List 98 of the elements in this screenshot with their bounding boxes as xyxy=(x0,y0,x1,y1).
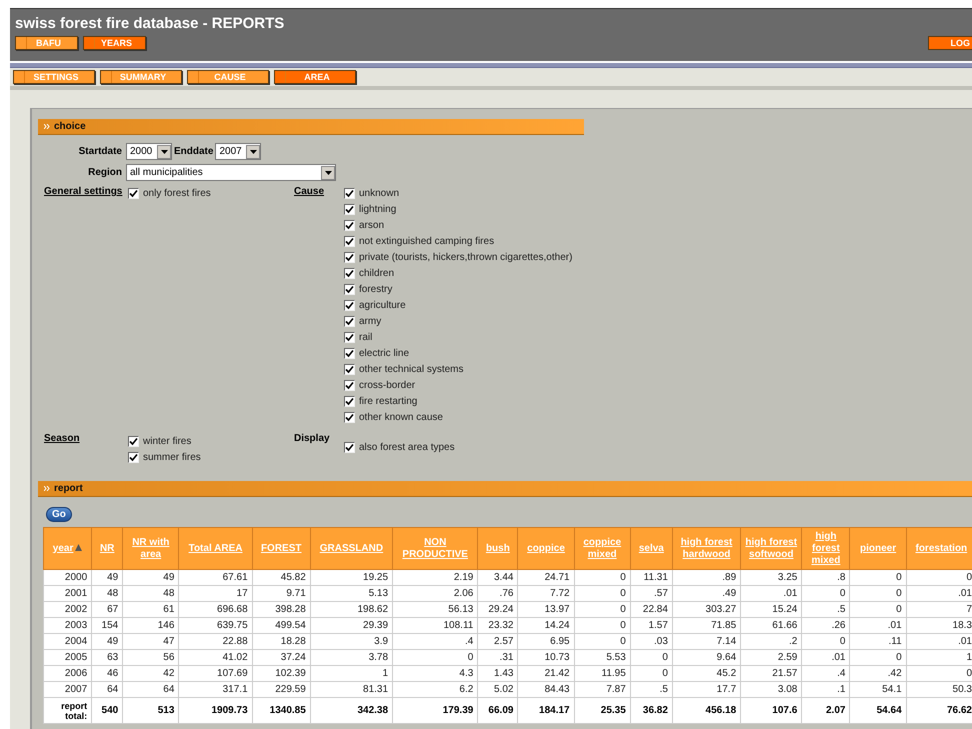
checkbox[interactable] xyxy=(344,268,355,278)
checkbox-label: summer fires xyxy=(143,450,201,464)
column-header[interactable]: high forest hardwood xyxy=(672,528,741,570)
table-cell: 2.07 xyxy=(802,698,850,724)
checkbox[interactable] xyxy=(344,316,355,326)
field-label: Region xyxy=(87,166,123,180)
section-title: choice xyxy=(54,120,86,134)
checkbox-label: rail xyxy=(359,330,372,344)
table-cell: 54.64 xyxy=(850,698,906,724)
table-cell: report total: xyxy=(44,698,92,724)
checkbox[interactable] xyxy=(128,452,139,462)
header-button[interactable]: YEARS xyxy=(83,36,146,50)
checkbox-label: other technical systems xyxy=(359,362,464,376)
checkbox-label: army xyxy=(359,314,382,328)
checkbox-label: not extinguished camping fires xyxy=(359,234,494,248)
nav-tab[interactable]: AREA xyxy=(274,70,356,84)
column-header[interactable]: NR with area xyxy=(122,528,179,570)
column-header[interactable]: coppice xyxy=(518,528,574,570)
checkbox[interactable] xyxy=(344,364,355,374)
table-cell: 179.39 xyxy=(392,698,478,724)
column-header[interactable]: NON PRODUCTIVE xyxy=(392,528,478,570)
table-cell: 1909.73 xyxy=(178,698,252,724)
checkbox-label: forestry xyxy=(359,282,392,296)
column-header[interactable]: Total AREA xyxy=(178,528,252,570)
column-header[interactable]: forestation xyxy=(906,528,972,570)
checkbox-label: only forest fires xyxy=(143,186,211,200)
column-header[interactable]: year xyxy=(44,528,92,570)
checkbox-label: fire restarting xyxy=(359,394,418,408)
checkbox[interactable] xyxy=(344,348,355,358)
field-label: Enddate xyxy=(173,145,214,159)
checkbox-label: other known cause xyxy=(359,410,443,424)
table-cell: 1340.85 xyxy=(252,698,310,724)
checkbox[interactable] xyxy=(128,436,139,446)
checkbox-label: agriculture xyxy=(359,298,406,312)
checkbox[interactable] xyxy=(344,284,355,294)
header-button[interactable]: LOG xyxy=(928,36,972,50)
caret-icon xyxy=(246,144,260,158)
double-chevron-icon xyxy=(44,486,50,491)
checkbox[interactable] xyxy=(344,204,355,214)
section-title: report xyxy=(54,482,83,496)
nav-tab[interactable]: CAUSE xyxy=(187,70,269,84)
column-header[interactable]: pioneer xyxy=(850,528,906,570)
caret-icon xyxy=(321,166,335,180)
checkbox-label: also forest area types xyxy=(359,440,455,454)
table-cell: 25.35 xyxy=(574,698,630,724)
group-label: Cause xyxy=(294,185,326,199)
checkbox-label: lightning xyxy=(359,202,396,216)
checkbox[interactable] xyxy=(344,396,355,406)
checkbox-label: cross-border xyxy=(359,378,416,392)
checkbox[interactable] xyxy=(344,188,355,198)
table-cell: 36.82 xyxy=(630,698,672,724)
checkbox-label: winter fires xyxy=(143,434,192,448)
column-header[interactable]: coppice mixed xyxy=(574,528,630,570)
checkbox[interactable] xyxy=(344,412,355,422)
caret-icon xyxy=(157,144,171,158)
double-chevron-icon xyxy=(44,124,50,129)
column-header[interactable]: NR xyxy=(92,528,123,570)
group-label: Display xyxy=(294,432,331,446)
table-cell: 540 xyxy=(92,698,123,724)
field-label: Startdate xyxy=(78,145,123,159)
checkbox[interactable] xyxy=(344,380,355,390)
column-header[interactable]: selva xyxy=(630,528,672,570)
column-header[interactable]: high forest mixed xyxy=(802,528,850,570)
nav-tab[interactable]: SETTINGS xyxy=(13,70,95,84)
checkbox-label: electric line xyxy=(359,346,410,360)
column-header[interactable]: bush xyxy=(478,528,518,570)
checkbox-label: private (tourists, hickers,thrown cigarettes,other) xyxy=(359,250,572,264)
checkbox-label: children xyxy=(359,266,394,280)
group-label: Season xyxy=(44,432,81,446)
checkbox[interactable] xyxy=(344,236,355,246)
table-cell: 107.6 xyxy=(740,698,802,724)
page-title: swiss forest fire database - REPORTS xyxy=(15,15,286,32)
column-header[interactable]: FOREST xyxy=(252,528,310,570)
table-cell: 513 xyxy=(122,698,179,724)
dropdown-value: 2000 xyxy=(130,145,152,159)
checkbox-label: unknown xyxy=(359,186,400,200)
dropdown[interactable]: all municipalities xyxy=(126,164,336,181)
dropdown-value: 2007 xyxy=(219,145,242,159)
dropdown[interactable]: 2007 xyxy=(215,143,262,160)
checkbox[interactable] xyxy=(128,188,139,198)
nav-tab[interactable]: SUMMARY xyxy=(100,70,182,84)
table-cell: 66.09 xyxy=(478,698,518,724)
dropdown-value: all municipalities xyxy=(130,166,203,180)
checkbox[interactable] xyxy=(344,300,355,310)
column-header[interactable]: high forest softwood xyxy=(740,528,802,570)
checkbox[interactable] xyxy=(344,252,355,262)
go-button[interactable]: Go xyxy=(46,507,72,522)
checkbox-label: arson xyxy=(359,218,384,232)
checkbox[interactable] xyxy=(344,220,355,230)
checkbox[interactable] xyxy=(344,442,355,452)
table-cell: 184.17 xyxy=(518,698,574,724)
header-button[interactable]: BAFU xyxy=(15,36,78,50)
dropdown[interactable]: 2000 xyxy=(126,143,172,160)
table-cell: 342.38 xyxy=(310,698,393,724)
column-header[interactable]: GRASSLAND xyxy=(310,528,393,570)
group-label: General settings xyxy=(44,185,124,199)
table-cell: 456.18 xyxy=(672,698,741,724)
checkbox[interactable] xyxy=(344,332,355,342)
